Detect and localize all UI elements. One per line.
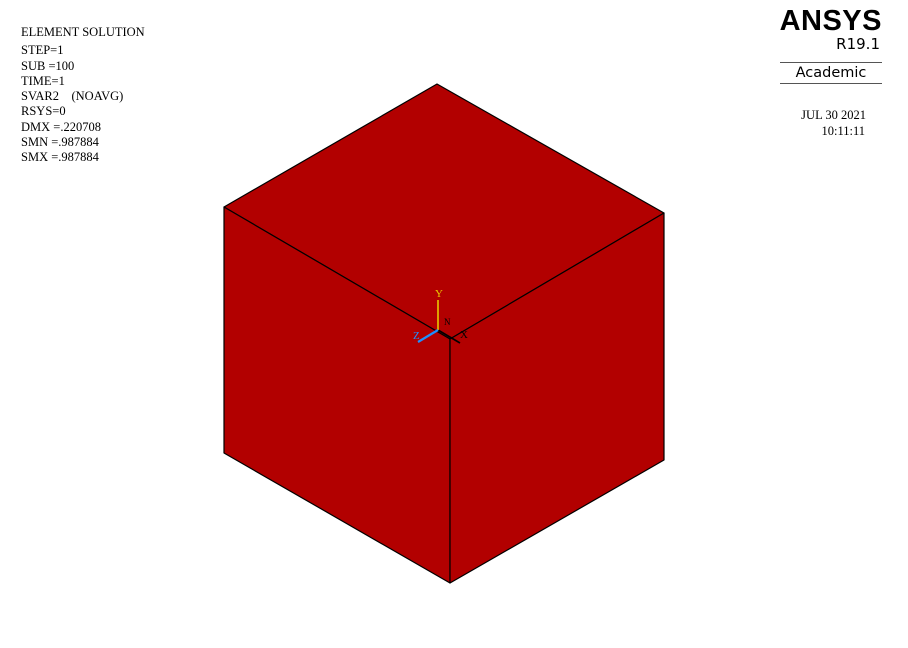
graphics-viewport[interactable]: X Y Z N xyxy=(0,0,908,648)
x-axis-label: X xyxy=(460,329,468,341)
z-axis-label: Z xyxy=(413,330,420,342)
triad-origin-label: N xyxy=(444,317,451,327)
y-axis-label: Y xyxy=(435,288,443,300)
